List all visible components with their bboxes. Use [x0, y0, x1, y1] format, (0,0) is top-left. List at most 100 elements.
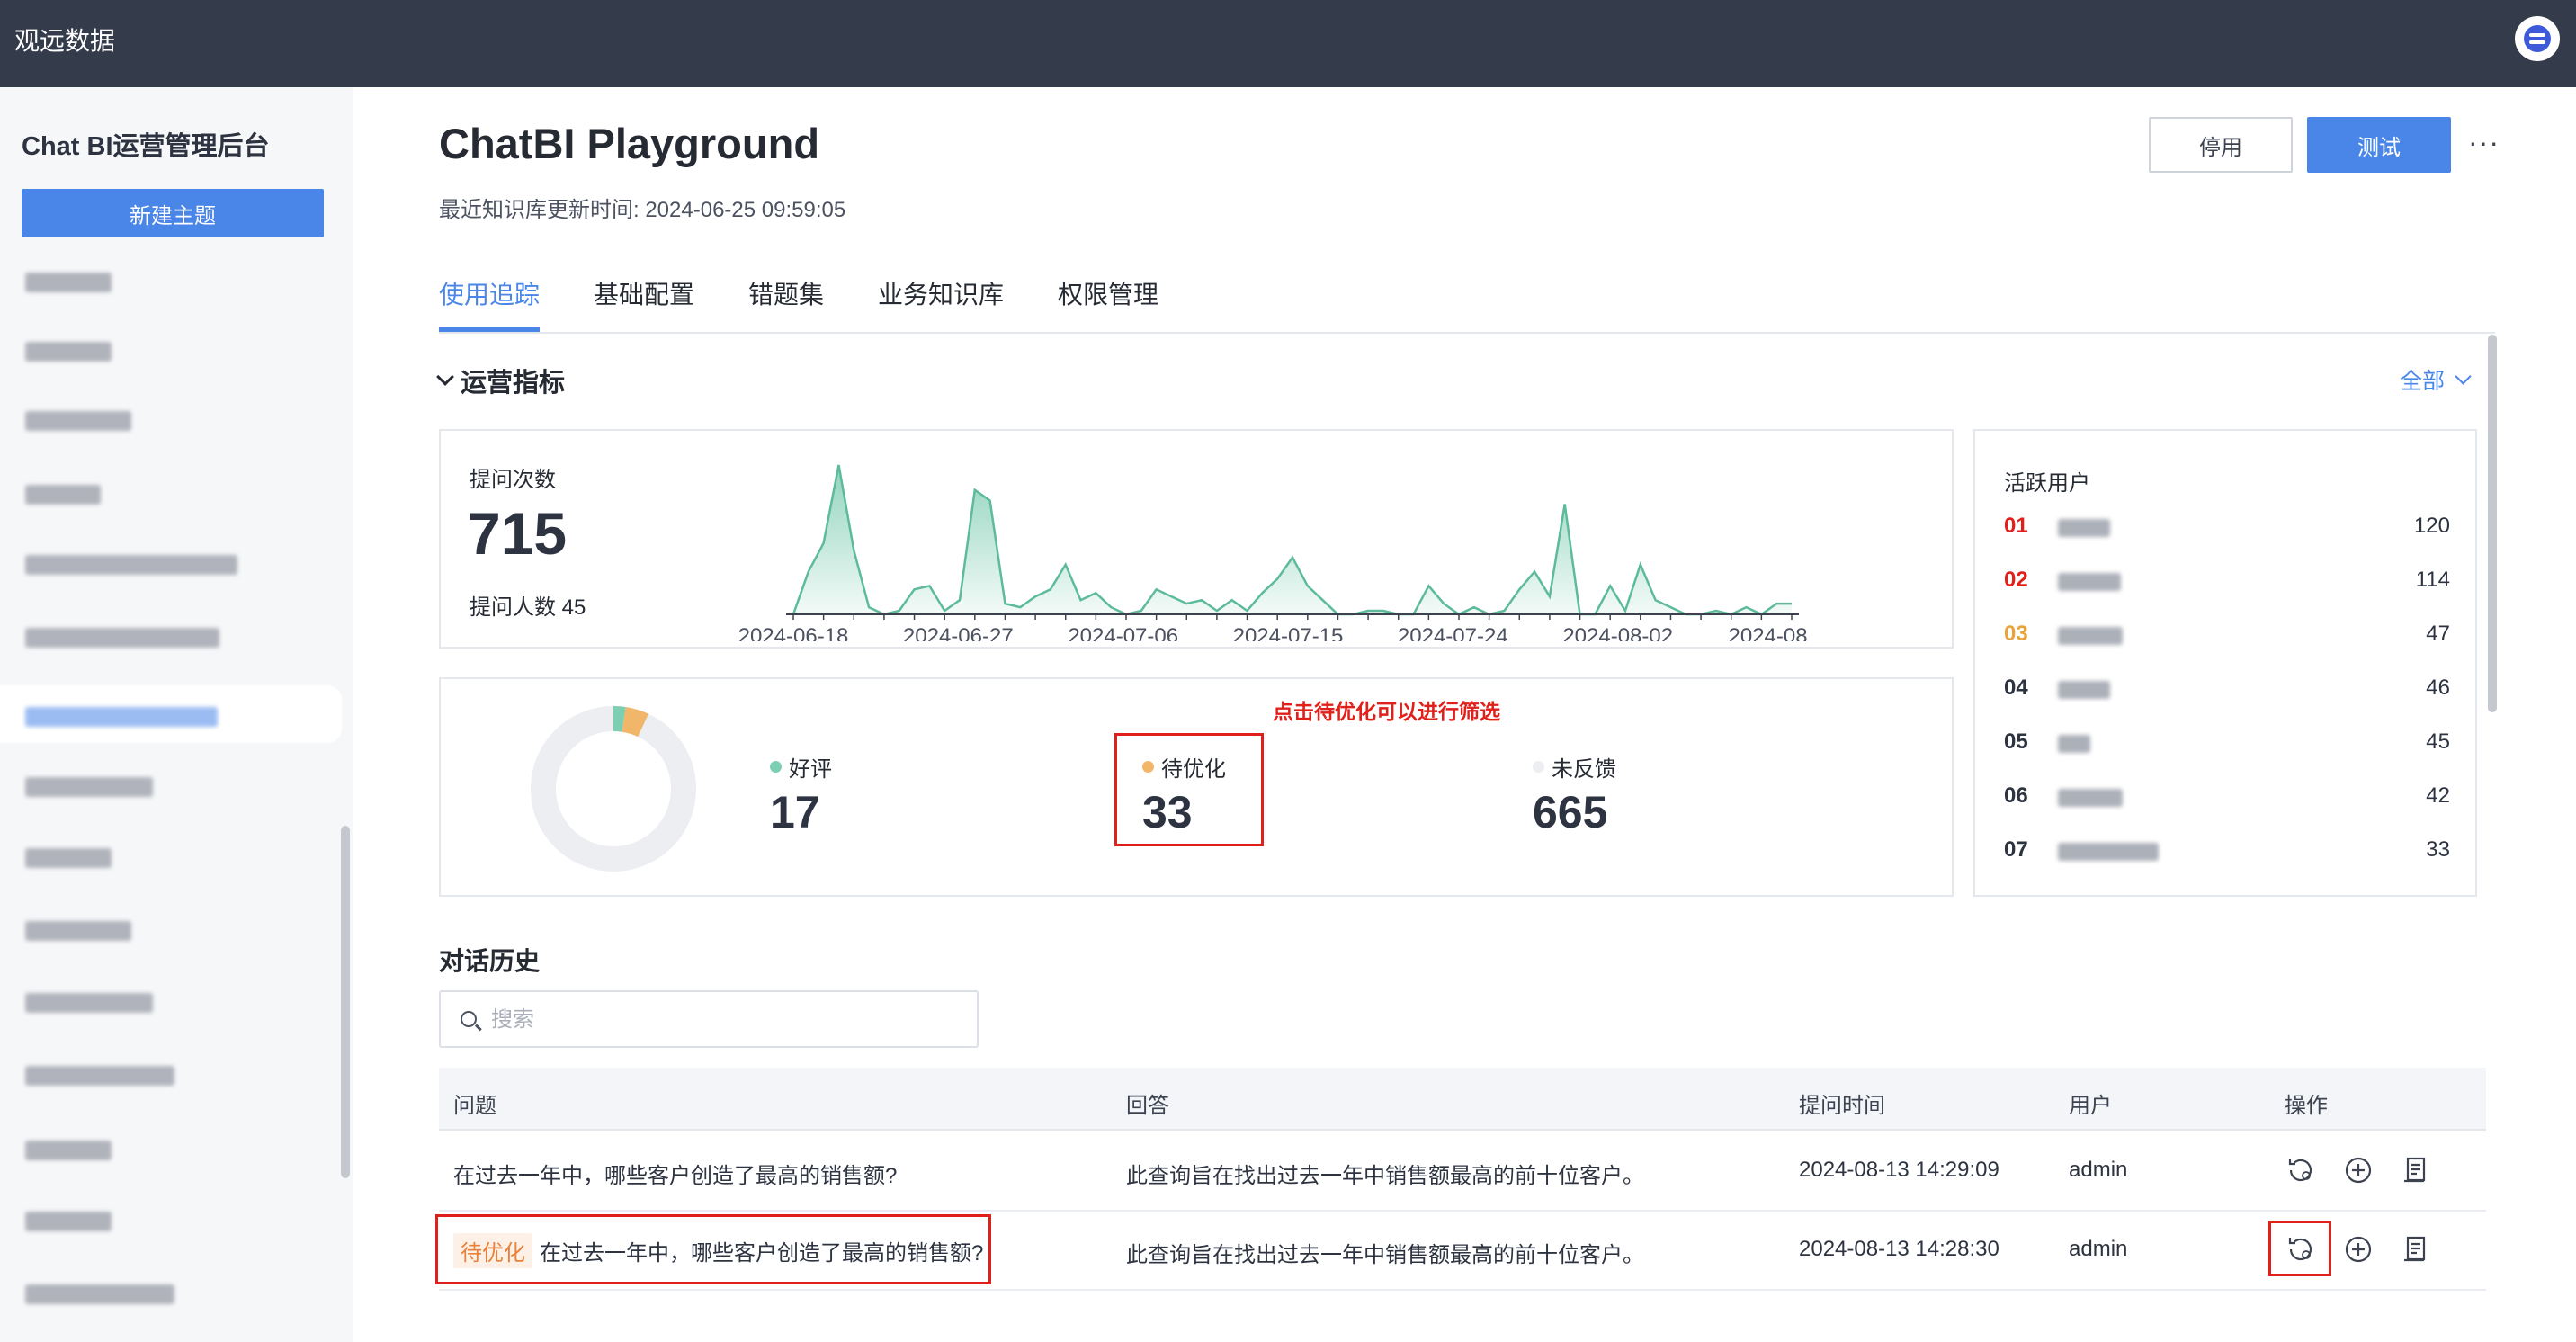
more-options-icon[interactable]: ···: [2468, 126, 2500, 159]
questions-trend-chart: 2024-06-18 2024-06-27 2024-07-06 2024-07-15…: [738, 464, 1808, 641]
highlight-box: [435, 1214, 991, 1284]
feedback-good[interactable]: 好评 17: [770, 751, 832, 838]
cell-time: 2024-08-13 14:29:09: [1799, 1158, 1999, 1182]
highlight-box: [1114, 733, 1264, 846]
sidebar-topic-item[interactable]: [0, 320, 342, 378]
active-user-row[interactable]: 04 46: [2004, 672, 2450, 708]
x-tick-label: 2024-06-18: [738, 624, 849, 641]
history-title: 对话历史: [439, 947, 541, 975]
user-count: 33: [2426, 837, 2450, 862]
metrics-section-toggle[interactable]: 运营指标: [436, 362, 566, 399]
user-name: [2058, 627, 2123, 645]
user-rank: 01: [2004, 514, 2028, 538]
user-count: 45: [2426, 729, 2450, 754]
x-tick-label: 2024-06-27: [903, 624, 1014, 641]
user-name: [2058, 789, 2123, 807]
cell-question: 在过去一年中，哪些客户创造了最高的销售额?: [453, 1164, 898, 1188]
col-time: 提问时间: [1799, 1094, 1885, 1118]
tab-wrong-questions[interactable]: 错题集: [748, 275, 824, 311]
filter-hint-annotation: 点击待优化可以进行筛选: [1273, 700, 1500, 723]
active-users-card: 活跃用户 01 120 02 114 03 47 04 46 05 45 06 42 07 3…: [1973, 429, 2477, 897]
user-name: [2058, 681, 2110, 699]
x-tick-label: 2024-07-15: [1233, 624, 1344, 641]
active-user-row[interactable]: 06 42: [2004, 780, 2450, 816]
active-users-title: 活跃用户: [2004, 471, 2090, 496]
tab-business-knowledge[interactable]: 业务知识库: [878, 275, 1004, 311]
user-rank: 06: [2004, 783, 2028, 808]
col-user: 用户: [2069, 1094, 2112, 1118]
top-bar: 观远数据: [0, 0, 2576, 87]
user-name: [2058, 843, 2159, 861]
x-tick-label: 2024-08-11: [1729, 624, 1808, 641]
sidebar-topic-item[interactable]: [0, 463, 342, 521]
sidebar-topic-item[interactable]: [0, 1119, 342, 1176]
sidebar-topic-item[interactable]: [0, 827, 342, 884]
chevron-down-icon: [436, 368, 454, 386]
disable-button[interactable]: 停用: [2149, 117, 2293, 173]
good-label: 好评: [789, 757, 832, 782]
none-dot-icon: [1533, 761, 1544, 773]
sidebar-topic-item-active[interactable]: [0, 685, 342, 743]
col-question: 问题: [453, 1094, 496, 1118]
sidebar-topic-item[interactable]: [0, 533, 342, 591]
none-label: 未反馈: [1552, 757, 1616, 782]
sidebar-topic-item[interactable]: [0, 899, 342, 957]
range-select-value: 全部: [2400, 369, 2446, 394]
none-value: 665: [1533, 787, 1608, 837]
log-icon[interactable]: [2400, 1233, 2432, 1266]
sidebar: Chat BI运营管理后台 新建主题: [0, 87, 353, 1342]
range-select[interactable]: 全部: [2400, 363, 2472, 396]
active-user-row[interactable]: 05 45: [2004, 726, 2450, 762]
tab-divider: [439, 332, 2495, 334]
user-count: 42: [2426, 783, 2450, 808]
good-value: 17: [770, 787, 820, 837]
active-user-row[interactable]: 01 120: [2004, 510, 2450, 546]
log-icon[interactable]: [2400, 1154, 2432, 1186]
brand-logo-text[interactable]: 观远数据: [14, 22, 115, 58]
test-button[interactable]: 测试: [2307, 117, 2451, 173]
rerun-icon[interactable]: [2285, 1154, 2317, 1186]
active-user-row[interactable]: 03 47: [2004, 618, 2450, 654]
search-input[interactable]: [491, 1005, 959, 1035]
main-scrollbar[interactable]: [2488, 335, 2497, 712]
cell-user: admin: [2069, 1158, 2128, 1182]
sidebar-topic-item[interactable]: [0, 251, 342, 309]
tab-permissions[interactable]: 权限管理: [1058, 275, 1158, 311]
askers-count: 提问人数 45: [470, 595, 586, 620]
user-name: [2058, 735, 2090, 753]
none-slice: [531, 706, 696, 872]
questions-card: 提问次数 715 提问人数 45 2024-06-18 2024-06-27 202…: [439, 429, 1954, 649]
highlight-box: [2268, 1221, 2331, 1276]
chevron-down-icon: [2455, 367, 2472, 385]
sidebar-topic-item[interactable]: [0, 389, 342, 447]
new-topic-button[interactable]: 新建主题: [22, 189, 324, 237]
user-rank: 04: [2004, 675, 2028, 700]
active-user-row[interactable]: 07 33: [2004, 834, 2450, 870]
tab-basic-config[interactable]: 基础配置: [594, 275, 694, 311]
history-search[interactable]: [439, 990, 979, 1048]
sidebar-scrollbar[interactable]: [341, 826, 350, 1178]
x-tick-label: 2024-07-06: [1068, 624, 1178, 641]
feedback-none[interactable]: 未反馈 665: [1533, 751, 1616, 838]
trend-area: [793, 465, 1792, 614]
tab-usage-tracking[interactable]: 使用追踪: [439, 275, 540, 311]
page-title: ChatBI Playground: [439, 120, 820, 167]
user-count: 114: [2415, 568, 2450, 592]
sidebar-topic-item[interactable]: [0, 1044, 342, 1102]
user-avatar[interactable]: [2515, 16, 2560, 61]
user-rank: 02: [2004, 568, 2028, 592]
search-icon: [461, 1011, 477, 1027]
x-tick-label: 2024-08-02: [1562, 624, 1673, 641]
add-icon[interactable]: [2342, 1154, 2375, 1186]
metrics-section-title: 运营指标: [461, 369, 566, 398]
sidebar-topic-item[interactable]: [0, 606, 342, 664]
table-row[interactable]: 在过去一年中，哪些客户创造了最高的销售额? 此查询旨在找出过去一年中销售额最高的…: [439, 1132, 2486, 1212]
sidebar-topic-item[interactable]: [0, 971, 342, 1029]
user-rank: 05: [2004, 729, 2028, 754]
sidebar-topic-item[interactable]: [0, 1263, 342, 1320]
add-icon[interactable]: [2342, 1233, 2375, 1266]
sidebar-topic-item[interactable]: [0, 756, 342, 813]
cell-user: admin: [2069, 1237, 2128, 1261]
active-user-row[interactable]: 02 114: [2004, 564, 2450, 600]
sidebar-topic-item[interactable]: [0, 1190, 342, 1248]
